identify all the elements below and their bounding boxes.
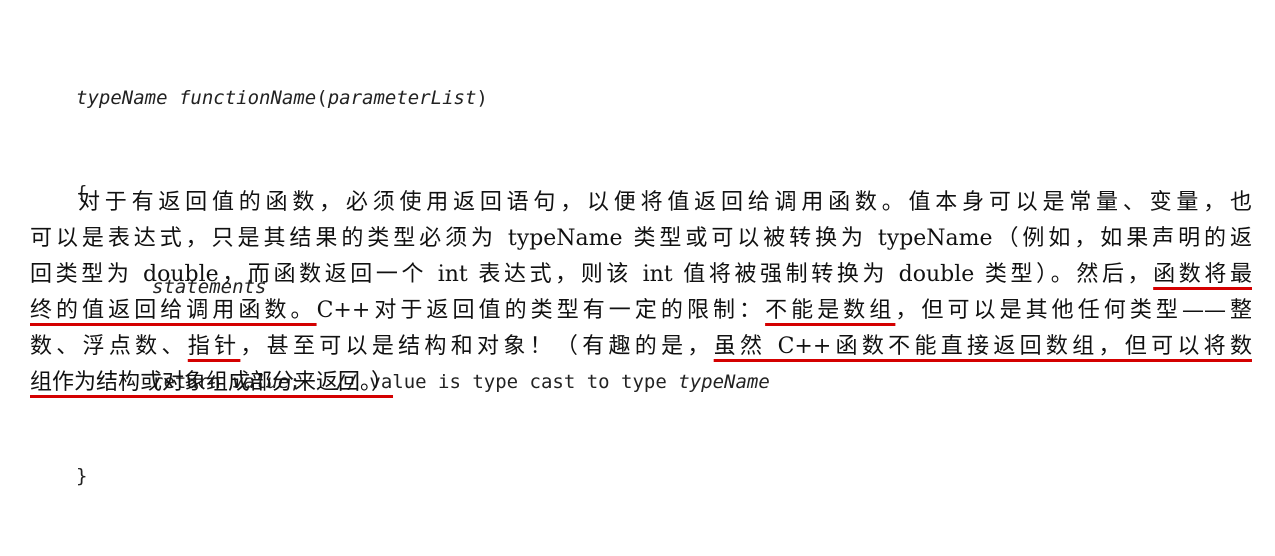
explanation-paragraph: 对于有返回值的函数，必须使用返回语句，以便将值返回给调用函数。值本身可以是常量、…: [30, 185, 1252, 401]
book-page: typeName functionName(parameterList) { s…: [0, 0, 1275, 487]
code-close-brace: }: [76, 465, 88, 487]
paragraph-line-4-tail: ，但可以是其他任何类型——整: [895, 298, 1252, 323]
underlined-text: 不能是数组: [765, 298, 896, 323]
code-parameter-list: parameterList: [327, 87, 477, 109]
paragraph-line-5: 数、浮点数、指针，甚至可以是结构和对象！（有趣的是，虽然 C++函数不能直接返回…: [30, 329, 1252, 365]
paragraph-line-4-text: C++对于返回值的类型有一定的限制：: [316, 298, 766, 323]
underlined-text: 虽然 C++函数不能直接返回数组，但可以将数: [713, 334, 1252, 359]
paragraph-line-3-text: 回类型为 double，而函数返回一个 int 表达式，则该 int 值将被强制…: [30, 262, 1154, 287]
underlined-text: 指针: [187, 334, 241, 359]
paragraph-line-5-text: 数、浮点数、: [30, 334, 188, 359]
underlined-text: 组作为结构或对象组成部分来返回。）: [30, 370, 394, 395]
code-function-name: functionName: [178, 87, 317, 109]
underlined-text: 终的值返回给调用函数。: [30, 298, 317, 323]
code-return-type: typeName: [76, 87, 168, 109]
paragraph-line-2: 可以是表达式，只是其结果的类型必须为 typeName 类型或可以被转换为 ty…: [30, 226, 1252, 251]
code-signature-line: typeName functionName(parameterList): [76, 87, 488, 109]
underlined-text: 函数将最: [1153, 262, 1252, 287]
paragraph-line-3: 回类型为 double，而函数返回一个 int 表达式，则该 int 值将被强制…: [30, 257, 1252, 293]
paragraph-line-4: 终的值返回给调用函数。C++对于返回值的类型有一定的限制：不能是数组，但可以是其…: [30, 293, 1252, 329]
paragraph-line-6: 组作为结构或对象组成部分来返回。）: [30, 365, 1252, 401]
paragraph-line-5-mid: ，甚至可以是结构和对象！（有趣的是，: [240, 334, 714, 359]
paragraph-line-1: 对于有返回值的函数，必须使用返回语句，以便将值返回给调用函数。值本身可以是常量、…: [78, 190, 1252, 215]
